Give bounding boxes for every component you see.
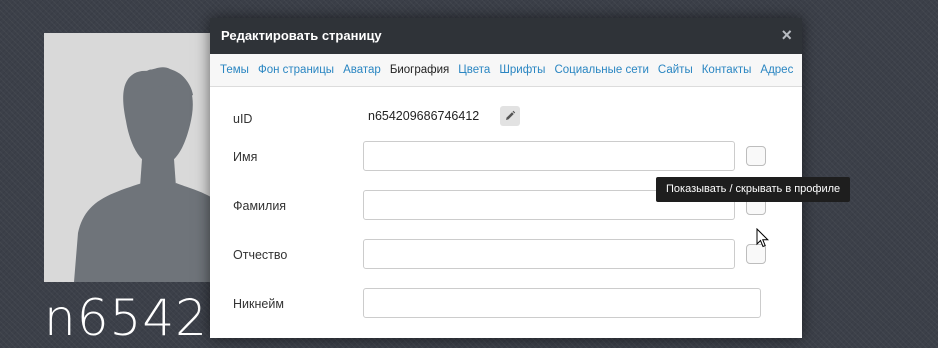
modal-title: Редактировать страницу <box>221 28 382 43</box>
middle-name-input[interactable] <box>363 239 735 269</box>
nickname-input[interactable] <box>363 288 761 318</box>
tab-biography[interactable]: Биография <box>390 64 449 76</box>
last-name-label: Фамилия <box>233 199 287 213</box>
pencil-icon <box>506 110 516 120</box>
nickname-label: Никнейм <box>233 297 284 311</box>
tab-address[interactable]: Адрес <box>760 64 793 76</box>
middle-name-visibility-checkbox[interactable] <box>746 244 766 264</box>
middle-name-label: Отчество <box>233 248 288 262</box>
uid-value: n654209686746412 <box>368 109 480 123</box>
first-name-input[interactable] <box>363 141 735 171</box>
tab-themes[interactable]: Темы <box>220 64 249 76</box>
tab-colors[interactable]: Цвета <box>458 64 490 76</box>
modal-header: Редактировать страницу × <box>210 18 802 54</box>
tab-sites[interactable]: Сайты <box>658 64 693 76</box>
tab-avatar[interactable]: Аватар <box>343 64 381 76</box>
visibility-tooltip: Показывать / скрывать в профиле <box>656 177 851 202</box>
tab-bar: Темы Фон страницы Аватар Биография Цвета… <box>210 54 802 87</box>
close-icon[interactable]: × <box>781 25 792 45</box>
tab-fonts[interactable]: Шрифты <box>499 64 545 76</box>
first-name-visibility-checkbox[interactable] <box>746 146 766 166</box>
tab-page-background[interactable]: Фон страницы <box>258 64 334 76</box>
tab-social-networks[interactable]: Социальные сети <box>554 64 648 76</box>
tab-contacts[interactable]: Контакты <box>702 64 752 76</box>
first-name-label: Имя <box>233 150 258 164</box>
uid-label: uID <box>233 112 253 126</box>
uid-edit-button[interactable] <box>500 106 520 126</box>
biography-form: uID n654209686746412 Имя Фамилия Отчеств… <box>210 87 802 337</box>
